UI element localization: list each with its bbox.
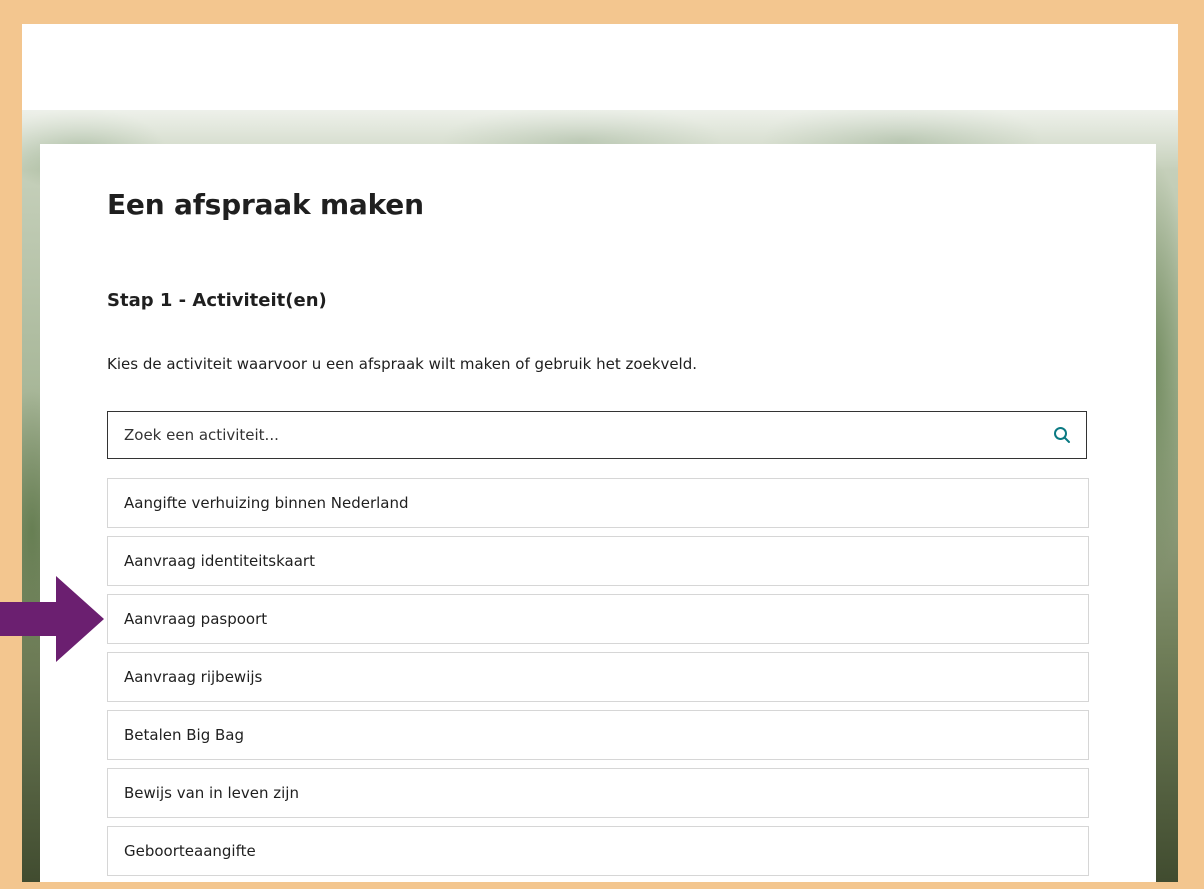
browser-viewport: Een afspraak maken Stap 1 - Activiteit(e… bbox=[22, 24, 1178, 882]
page-title: Een afspraak maken bbox=[107, 188, 424, 221]
activity-item-identiteitskaart[interactable]: Aanvraag identiteitskaart bbox=[107, 536, 1089, 586]
arrow-right-icon bbox=[0, 576, 104, 662]
activity-item-aangifte-verhuizing[interactable]: Aangifte verhuizing binnen Nederland bbox=[107, 478, 1089, 528]
instruction-text: Kies de activiteit waarvoor u een afspra… bbox=[107, 355, 698, 373]
activity-item-big-bag[interactable]: Betalen Big Bag bbox=[107, 710, 1089, 760]
appointment-card: Een afspraak maken Stap 1 - Activiteit(e… bbox=[40, 144, 1156, 882]
activity-item-rijbewijs[interactable]: Aanvraag rijbewijs bbox=[107, 652, 1089, 702]
activity-search[interactable] bbox=[107, 411, 1087, 459]
activity-item-bewijs-in-leven[interactable]: Bewijs van in leven zijn bbox=[107, 768, 1089, 818]
step-title: Stap 1 - Activiteit(en) bbox=[107, 290, 327, 311]
activity-list: Aangifte verhuizing binnen Nederland Aan… bbox=[107, 478, 1089, 882]
activity-item-geboorteaangifte[interactable]: Geboorteaangifte bbox=[107, 826, 1089, 876]
search-input[interactable] bbox=[108, 412, 1028, 458]
search-icon[interactable] bbox=[1052, 425, 1072, 445]
activity-item-paspoort[interactable]: Aanvraag paspoort bbox=[107, 594, 1089, 644]
